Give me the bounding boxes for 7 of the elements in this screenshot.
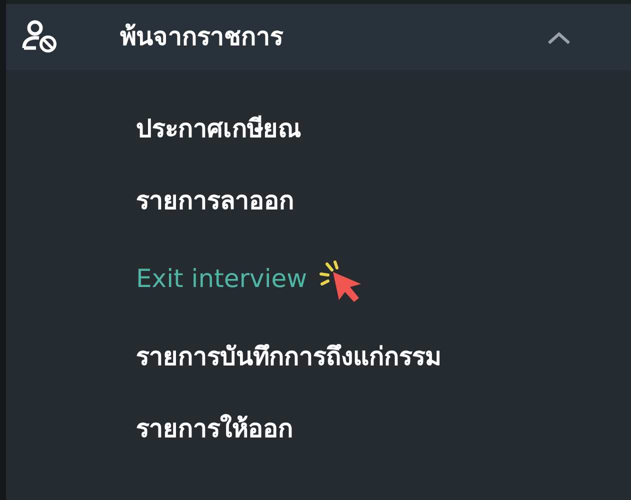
section-title[interactable]: พ้นจากราชการ: [120, 18, 283, 56]
menu-item[interactable]: Exit interview: [136, 260, 308, 298]
menu-item[interactable]: รายการลาออก: [136, 182, 294, 220]
chevron-up-icon[interactable]: [547, 30, 571, 45]
menu-item[interactable]: รายการบันทึกการถึงแก่กรรม: [136, 338, 441, 376]
menu-item[interactable]: รายการให้ออก: [136, 410, 293, 448]
menu-item[interactable]: ประกาศเกษียณ: [136, 110, 301, 148]
